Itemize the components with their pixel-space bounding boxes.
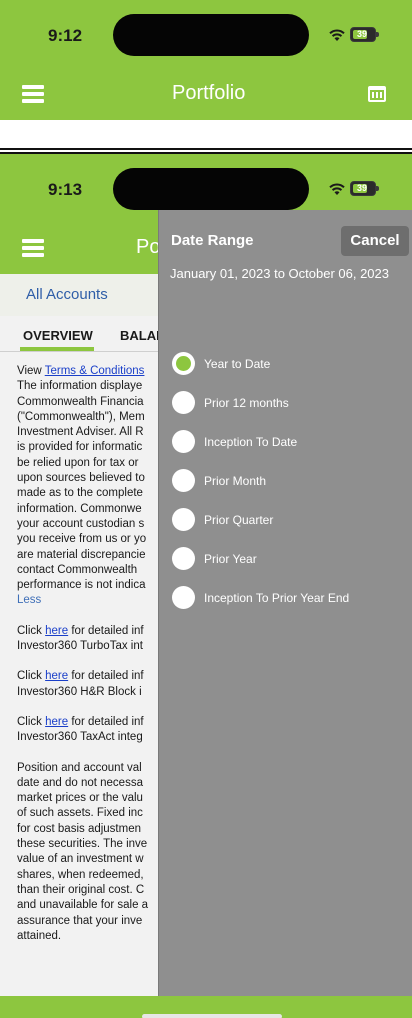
- date-option-label: Prior Month: [204, 474, 267, 488]
- panel-title: Date Range: [171, 232, 254, 249]
- radio-icon[interactable]: [172, 430, 195, 453]
- dynamic-island: [113, 14, 309, 56]
- calendar-icon[interactable]: [368, 86, 386, 102]
- click-prefix: Click: [17, 715, 46, 728]
- radio-icon[interactable]: [172, 391, 195, 414]
- nav-title: Po: [136, 236, 161, 258]
- account-link[interactable]: All Accounts: [26, 286, 108, 303]
- date-option-label: Inception To Prior Year End: [204, 591, 350, 605]
- content-strip: [0, 120, 412, 150]
- battery-level: 39: [356, 183, 367, 193]
- date-option-label: Prior 12 months: [204, 396, 289, 410]
- nav-title: Portfolio: [172, 82, 246, 104]
- terms-link[interactable]: Terms & Conditions: [45, 365, 145, 377]
- wifi-icon: [329, 29, 345, 41]
- cancel-button[interactable]: Cancel: [341, 226, 409, 256]
- radio-icon[interactable]: [172, 469, 195, 492]
- date-range-text: January 01, 2023 to October 06, 2023: [170, 266, 389, 281]
- bottom-bar: [0, 996, 412, 1018]
- date-option[interactable]: Prior Year: [172, 547, 408, 571]
- click-prefix: Click: [17, 670, 46, 683]
- home-indicator: [142, 1014, 282, 1018]
- wifi-icon: [329, 183, 345, 195]
- date-option-label: Year to Date: [204, 357, 271, 371]
- status-bar: 9:12 39: [0, 0, 412, 70]
- click-prefix: Click: [17, 624, 46, 637]
- radio-selected-icon[interactable]: [172, 352, 195, 375]
- date-option-label: Prior Year: [204, 552, 257, 566]
- status-time: 9:12: [48, 26, 83, 45]
- date-option-label: Prior Quarter: [204, 513, 274, 527]
- click-suffix: for detailed inf: [68, 715, 144, 728]
- radio-icon[interactable]: [172, 508, 195, 531]
- screenshot-portfolio-top: 9:12 39 Portfolio: [0, 0, 412, 152]
- tab-balances[interactable]: BALAI: [120, 328, 160, 343]
- date-option[interactable]: Inception To Prior Year End: [172, 586, 408, 610]
- battery-icon: 39: [350, 181, 379, 196]
- battery-level: 39: [356, 29, 367, 39]
- date-range-panel: Date Range Cancel January 01, 2023 to Oc…: [158, 210, 412, 996]
- date-option[interactable]: Inception To Date: [172, 430, 408, 454]
- here-link[interactable]: here: [45, 716, 68, 728]
- here-link[interactable]: here: [45, 670, 68, 682]
- radio-icon[interactable]: [172, 547, 195, 570]
- active-tab-indicator: [20, 347, 94, 351]
- date-option[interactable]: Prior Month: [172, 469, 408, 493]
- tab-overview[interactable]: OVERVIEW: [23, 328, 93, 343]
- date-option[interactable]: Prior Quarter: [172, 508, 408, 532]
- nav-bar: Portfolio: [0, 70, 412, 120]
- radio-icon[interactable]: [172, 586, 195, 609]
- hamburger-icon[interactable]: [22, 239, 44, 257]
- dynamic-island: [113, 168, 309, 210]
- date-option[interactable]: Prior 12 months: [172, 391, 408, 415]
- hamburger-icon[interactable]: [22, 85, 44, 103]
- date-option[interactable]: Year to Date: [172, 352, 408, 376]
- screenshot-date-range-panel: 9:13 39 Po All Accounts OVERVIEW BALAI V…: [0, 152, 412, 1018]
- click-suffix: for detailed inf: [68, 670, 144, 683]
- view-prefix: View: [17, 365, 45, 377]
- click-suffix: for detailed inf: [68, 624, 144, 637]
- status-time: 9:13: [48, 180, 83, 199]
- battery-icon: 39: [350, 27, 379, 42]
- here-link[interactable]: here: [45, 625, 68, 637]
- date-option-label: Inception To Date: [204, 435, 298, 449]
